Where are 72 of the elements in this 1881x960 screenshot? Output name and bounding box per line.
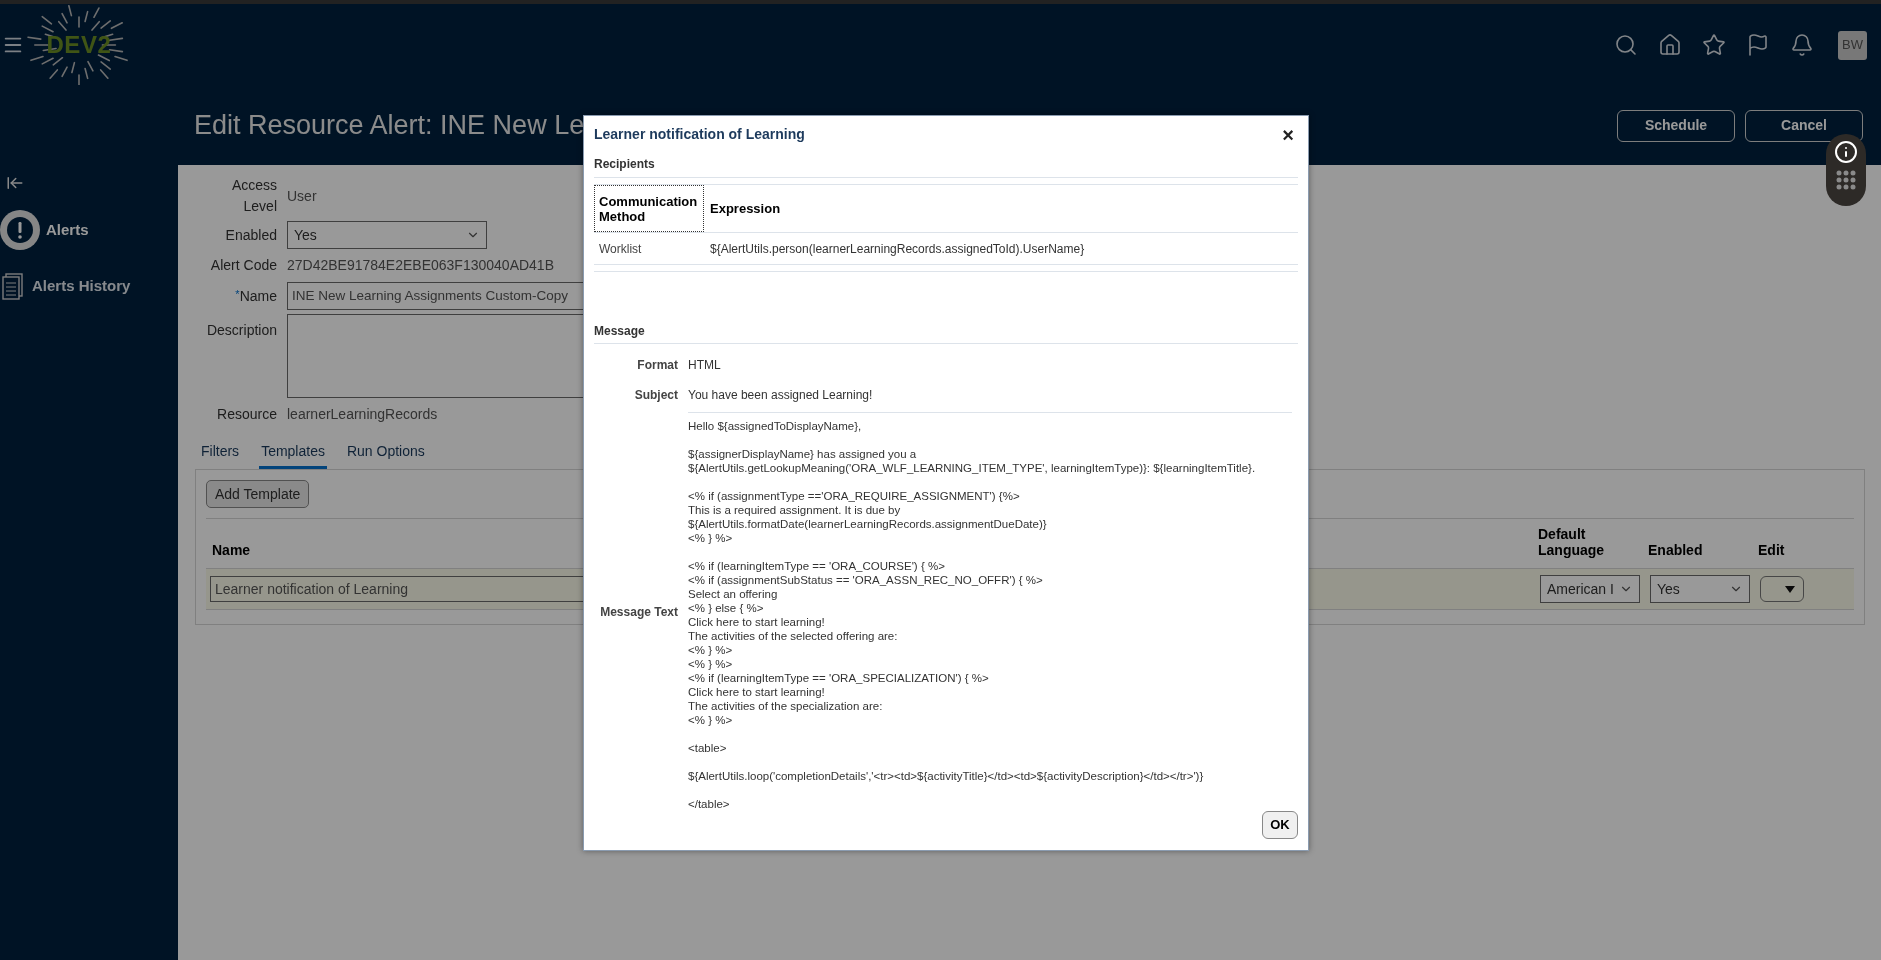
field-label: Message Text bbox=[599, 604, 678, 621]
add-template-button[interactable]: Add Template bbox=[206, 480, 310, 508]
sidebar-item[interactable]: Alerts bbox=[0, 210, 178, 250]
message-line: The activities of the specialization are: bbox=[688, 699, 884, 713]
home-icon[interactable] bbox=[1658, 33, 1682, 57]
message-line: ${AlertUtils.getLookupMeaning('ORA_WLF_LEARNING_ITEM_TYPE', learningItemType)}: ${learningItemTitle}. bbox=[688, 461, 1257, 475]
message-line: <% if (learningItemType == 'ORA_COURSE') { %> bbox=[688, 559, 946, 573]
field-label: Access Level bbox=[230, 176, 277, 216]
edit-menu-button[interactable] bbox=[1760, 576, 1804, 602]
page-title: Edit Resource Alert: INE New Le bbox=[194, 109, 585, 143]
field-label: Subject bbox=[633, 387, 678, 404]
dialog-title: Learner notification of Learning bbox=[594, 125, 805, 144]
column-header: Default Language bbox=[1538, 526, 1606, 558]
column-header: Name bbox=[212, 542, 252, 558]
column-header: Enabled bbox=[1648, 542, 1704, 558]
column-header: Edit bbox=[1758, 542, 1786, 558]
message-line: <% } %> bbox=[688, 657, 734, 671]
search-icon[interactable] bbox=[1614, 33, 1638, 57]
field-label: Description bbox=[205, 321, 277, 340]
message-line: </table> bbox=[688, 797, 731, 811]
message-line: <% } else { %> bbox=[688, 601, 765, 615]
close-button[interactable]: × bbox=[1278, 124, 1298, 145]
message-line: Hello ${assignedToDisplayName}, bbox=[688, 419, 863, 433]
message-line: <table> bbox=[688, 741, 728, 755]
tab[interactable]: Templates bbox=[259, 441, 327, 469]
column-header: Expression bbox=[709, 199, 782, 218]
field-value: learnerLearningRecords bbox=[287, 405, 438, 424]
caret-icon bbox=[1785, 585, 1795, 593]
message-line: Click here to start learning! bbox=[688, 615, 826, 629]
field-label: *Name bbox=[234, 286, 277, 306]
field-label: Resource bbox=[216, 405, 277, 424]
field-label: Alert Code bbox=[209, 256, 277, 275]
help-widget[interactable] bbox=[1826, 134, 1866, 206]
field-value: 27D42BE91784E2EBE063F130040AD41B bbox=[287, 256, 554, 275]
table-cell-text: ${AlertUtils.person(learnerLearningRecords.assignedToId).UserName} bbox=[709, 240, 1086, 258]
table-cell-text: Worklist bbox=[598, 240, 643, 258]
logo-text: DEV2 bbox=[46, 30, 112, 60]
message-line: ${assignerDisplayName} has assigned you a bbox=[688, 447, 918, 461]
info-icon[interactable] bbox=[1834, 140, 1858, 164]
ok-button[interactable]: OK bbox=[1262, 811, 1298, 839]
collapse-icon[interactable] bbox=[6, 174, 24, 192]
language-select[interactable]: American I bbox=[1540, 575, 1640, 603]
message-line: <% if (assignmentSubStatus == 'ORA_ASSN_REC_NO_OFFR') { %> bbox=[688, 573, 1044, 587]
flag-icon[interactable] bbox=[1746, 33, 1770, 57]
message-line: ${AlertUtils.formatDate(learnerLearningRecords.assignmentDueDate)} bbox=[688, 517, 1048, 531]
enabled-select[interactable]: Yes bbox=[1650, 575, 1750, 603]
message-line: <% } %> bbox=[688, 713, 734, 727]
field-value: You have been assigned Learning! bbox=[688, 378, 1292, 413]
bell-icon[interactable] bbox=[1790, 33, 1814, 57]
star-icon[interactable] bbox=[1702, 33, 1726, 57]
tab[interactable]: Run Options bbox=[344, 441, 427, 469]
field-label: Format bbox=[636, 357, 678, 374]
apps-grid-icon[interactable] bbox=[1836, 170, 1856, 190]
select-field[interactable]: Yes bbox=[287, 221, 487, 249]
message-line: Select an offering bbox=[688, 587, 779, 601]
tab[interactable]: Filters bbox=[199, 441, 242, 469]
message-line: The activities of the selected offering are: bbox=[688, 629, 899, 643]
section-heading: Message bbox=[594, 322, 1298, 344]
field-value: User bbox=[287, 186, 317, 206]
message-line: <% } %> bbox=[688, 531, 734, 545]
column-header: Communication Method bbox=[594, 185, 704, 232]
field-label: Enabled bbox=[224, 225, 277, 245]
sidebar-item[interactable]: Alerts History bbox=[0, 272, 178, 300]
message-line: <% if (learningItemType == 'ORA_SPECIALIZATION') { %> bbox=[688, 671, 990, 685]
message-line: <% if (assignmentType =='ORA_REQUIRE_ASSIGNMENT') {%> bbox=[688, 489, 1021, 503]
field-value: HTML bbox=[688, 357, 722, 374]
section-heading: Recipients bbox=[594, 155, 1298, 178]
action-button[interactable]: Schedule bbox=[1617, 109, 1735, 142]
message-line: ${AlertUtils.loop('completionDetails','<tr><td>${activityTitle}</td><td>${activityDescription}</td></tr>')} bbox=[688, 769, 1205, 783]
message-line: This is a required assignment. It is due by bbox=[688, 503, 902, 517]
message-line: Click here to start learning! bbox=[688, 685, 826, 699]
message-line: <% } %> bbox=[688, 643, 734, 657]
